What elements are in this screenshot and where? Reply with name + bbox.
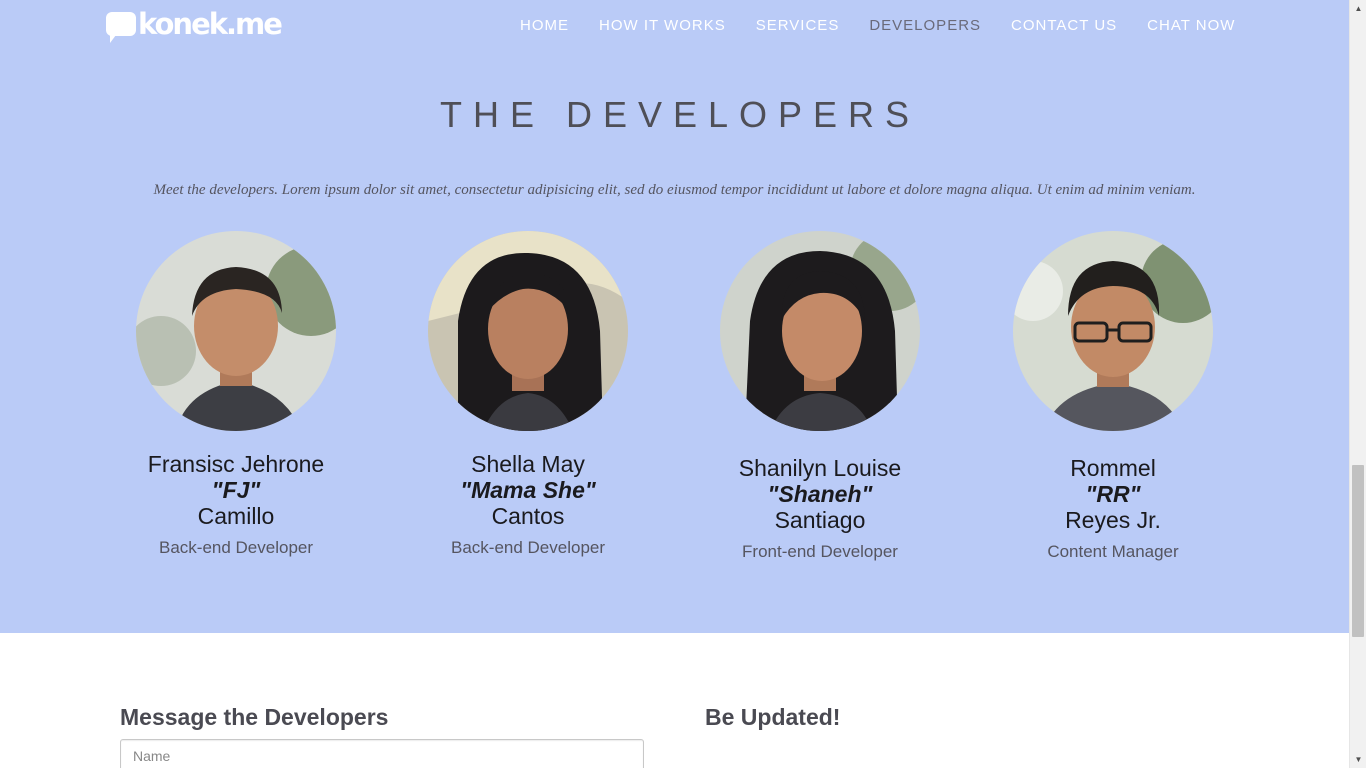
developer-nickname: "FJ" (211, 477, 261, 503)
nav-chat-now[interactable]: CHAT NOW (1147, 16, 1235, 36)
developer-photo (1013, 231, 1213, 431)
scroll-down-icon[interactable]: ▼ (1350, 751, 1366, 768)
developer-name: Rommel "RR" Reyes Jr. (993, 455, 1233, 533)
developer-name: Shanilyn Louise "Shaneh" Santiago (700, 455, 940, 533)
main-nav: HOME HOW IT WORKS SERVICES DEVELOPERS CO… (520, 16, 1235, 36)
scrollbar-thumb[interactable] (1352, 465, 1364, 637)
section-intro: Meet the developers. Lorem ipsum dolor s… (153, 182, 1196, 198)
developer-photo (720, 231, 920, 431)
developer-last-name: Camillo (197, 503, 275, 529)
developer-role: Front-end Developer (742, 542, 898, 561)
developer-nickname: "RR" (1085, 481, 1141, 507)
developer-nickname: "Mama She" (460, 477, 596, 503)
developer-card: Rommel "RR" Reyes Jr. Content Manager (993, 231, 1233, 562)
nav-how-it-works[interactable]: HOW IT WORKS (599, 16, 726, 36)
be-updated-title: Be Updated! (705, 704, 841, 730)
nav-contact-us[interactable]: CONTACT US (1011, 16, 1117, 36)
developer-card: Shella May "Mama She" Cantos Back-end De… (408, 231, 648, 558)
nav-services[interactable]: SERVICES (756, 16, 840, 36)
developer-role: Content Manager (1047, 542, 1179, 561)
scroll-up-icon[interactable]: ▲ (1350, 0, 1366, 17)
developer-role: Back-end Developer (450, 538, 606, 557)
page: konek.me HOME HOW IT WORKS SERVICES DEVE… (0, 0, 1349, 768)
developer-card: Fransisc Jehrone "FJ" Camillo Back-end D… (116, 231, 356, 558)
logo-text: konek.me (138, 7, 283, 41)
developers-section: konek.me HOME HOW IT WORKS SERVICES DEVE… (0, 0, 1349, 633)
section-title: THE DEVELOPERS (439, 94, 921, 135)
developer-photo (428, 231, 628, 431)
page-scrollbar[interactable]: ▲ ▼ (1349, 0, 1366, 768)
message-developers-title: Message the Developers (120, 704, 389, 730)
developer-last-name: Santiago (774, 507, 866, 533)
developer-first-name: Shanilyn Louise (738, 455, 902, 481)
developer-role: Back-end Developer (158, 538, 314, 557)
nav-home[interactable]: HOME (520, 16, 569, 36)
developer-last-name: Reyes Jr. (1065, 507, 1161, 533)
developer-name: Fransisc Jehrone "FJ" Camillo (116, 451, 356, 529)
name-field[interactable] (120, 739, 644, 768)
developer-last-name: Cantos (491, 503, 565, 529)
developer-name: Shella May "Mama She" Cantos (408, 451, 648, 529)
developer-first-name: Rommel (1070, 455, 1156, 481)
brand-logo[interactable]: konek.me (106, 7, 283, 43)
developer-photo (136, 231, 336, 431)
chat-bubble-icon (106, 12, 136, 43)
developer-first-name: Fransisc Jehrone (147, 451, 325, 477)
developer-first-name: Shella May (471, 451, 585, 477)
developer-nickname: "Shaneh" (767, 481, 873, 507)
nav-developers[interactable]: DEVELOPERS (869, 16, 981, 36)
developer-card: Shanilyn Louise "Shaneh" Santiago Front-… (700, 231, 940, 562)
